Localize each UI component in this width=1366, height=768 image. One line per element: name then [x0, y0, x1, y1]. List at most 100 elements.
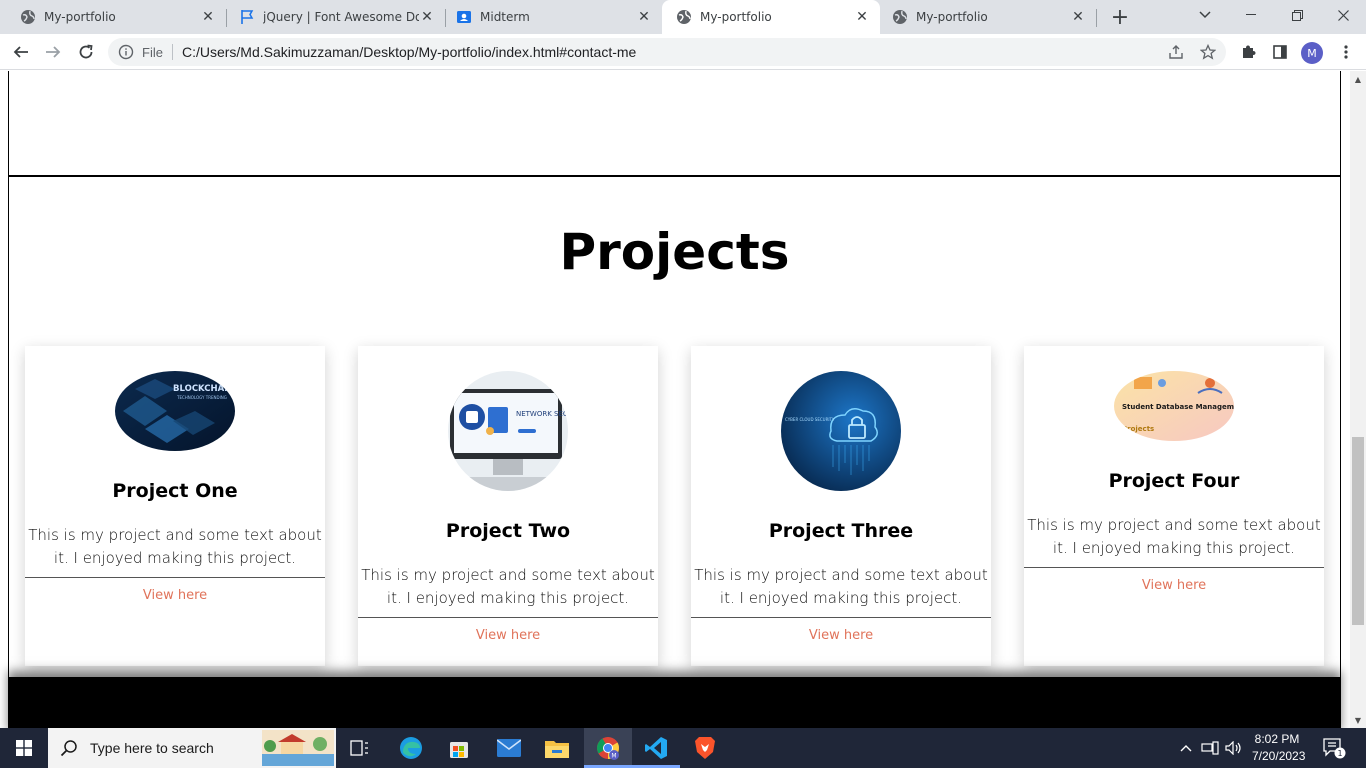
view-here-link[interactable]: View here	[25, 588, 325, 603]
project-three-image: CYBER CLOUD SECURITY	[781, 371, 901, 491]
globe-icon	[677, 10, 691, 24]
search-placeholder: Type here to search	[90, 740, 214, 756]
address-bar[interactable]: File C:/Users/Md.Sakimuzzaman/Desktop/My…	[108, 38, 1226, 66]
network-button[interactable]	[1198, 732, 1222, 764]
url-text[interactable]: C:/Users/Md.Sakimuzzaman/Desktop/My-port…	[182, 44, 636, 60]
star-icon[interactable]	[1200, 44, 1216, 60]
mail-taskbar-button[interactable]	[493, 732, 525, 764]
new-tab-button[interactable]: +	[1108, 5, 1132, 30]
project-title: Project Three	[768, 520, 914, 542]
brave-taskbar-button[interactable]	[689, 732, 721, 764]
chrome-icon: M	[597, 737, 619, 760]
share-icon[interactable]	[1168, 44, 1184, 60]
close-icon[interactable]: ✕	[1070, 9, 1086, 25]
info-icon[interactable]	[118, 44, 134, 60]
scheme-label: File	[142, 44, 163, 60]
start-button[interactable]	[0, 728, 48, 768]
close-icon[interactable]: ✕	[854, 9, 870, 25]
windows-taskbar: Type here to search M 8:02 PM 7/20/2023	[0, 728, 1366, 768]
view-here-link[interactable]: View here	[691, 628, 991, 643]
folder-icon	[545, 741, 569, 758]
reload-button[interactable]	[72, 38, 100, 66]
file-explorer-taskbar-button[interactable]	[541, 732, 573, 764]
menu-button[interactable]	[1332, 38, 1360, 66]
show-hidden-icons-button[interactable]	[1174, 732, 1198, 764]
view-here-link[interactable]: View here	[1024, 578, 1324, 593]
tab-strip: My-portfolio ✕ jQuery | Font Awesome Doc…	[0, 0, 1366, 34]
clock-time: 8:02 PM	[1254, 732, 1300, 746]
search-icon	[60, 740, 77, 757]
restore-icon	[1291, 9, 1303, 21]
svg-text:M: M	[611, 753, 616, 760]
project-four-image-text: Student Database Management System	[1122, 403, 1234, 411]
forward-button[interactable]	[39, 38, 67, 66]
page-scrollbar[interactable]: ▲ ▼	[1350, 71, 1366, 728]
vscode-taskbar-button[interactable]	[640, 732, 672, 764]
project-one-image-text: BLOCKCHAIN	[173, 384, 234, 394]
flag-icon	[241, 10, 254, 24]
project-description: This is my project and some text about i…	[1027, 516, 1321, 557]
taskbar-search[interactable]: Type here to search	[48, 728, 336, 768]
chrome-taskbar-button[interactable]: M	[592, 732, 624, 764]
card-divider	[691, 617, 991, 618]
minimize-button[interactable]	[1228, 0, 1274, 30]
store-taskbar-button[interactable]	[443, 732, 475, 764]
project-two-image: NETWORK SECURITY	[448, 371, 568, 491]
action-center-button[interactable]: 1	[1318, 732, 1350, 764]
task-view-button[interactable]	[344, 732, 376, 764]
notification-count: 1	[1337, 749, 1342, 758]
tab-my-portfolio-active[interactable]: My-portfolio ✕	[662, 0, 880, 34]
project-one-image-subtext: TECHNOLOGY TRENDING	[176, 395, 227, 400]
tab-title: jQuery | Font Awesome Docs	[263, 10, 419, 24]
back-button[interactable]	[7, 38, 35, 66]
projects-heading: Projects	[559, 223, 790, 281]
card-divider	[25, 577, 325, 578]
project-card: CYBER CLOUD SECURITY Project Three This …	[691, 346, 991, 666]
extensions-button[interactable]	[1234, 38, 1262, 66]
tab-my-portfolio-1[interactable]: My-portfolio ✕	[0, 0, 226, 34]
clock-date: 7/20/2023	[1252, 749, 1306, 763]
tab-separator	[1096, 9, 1097, 27]
close-icon	[1337, 9, 1349, 21]
project-card: BLOCKCHAIN TECHNOLOGY TRENDING Project O…	[25, 346, 325, 666]
footer-section	[8, 677, 1341, 728]
tab-title: Midterm	[480, 10, 530, 24]
minimize-icon	[1246, 14, 1256, 15]
tab-jquery-font-awesome[interactable]: jQuery | Font Awesome Docs ✕	[219, 0, 445, 34]
view-here-link[interactable]: View here	[358, 628, 658, 643]
project-description: This is my project and some text about i…	[28, 526, 322, 567]
task-view-icon	[350, 740, 368, 756]
tab-search-button[interactable]	[1182, 0, 1228, 30]
project-title: Project One	[112, 480, 238, 502]
tab-midterm[interactable]: Midterm ✕	[436, 0, 662, 34]
volume-button[interactable]	[1222, 732, 1246, 764]
project-card: NETWORK SECURITY Project Two This is my …	[358, 346, 658, 666]
tab-title: My-portfolio	[700, 10, 772, 24]
globe-icon	[21, 10, 35, 24]
scroll-down-arrow[interactable]: ▼	[1350, 712, 1366, 728]
tab-my-portfolio-3[interactable]: My-portfolio ✕	[880, 0, 1096, 34]
vscode-icon	[645, 737, 667, 759]
profile-avatar[interactable]: M	[1301, 42, 1323, 64]
browser-toolbar: File C:/Users/Md.Sakimuzzaman/Desktop/My…	[0, 34, 1366, 70]
taskbar-clock[interactable]: 8:02 PM 7/20/2023	[1252, 731, 1306, 765]
edge-icon	[400, 737, 422, 759]
close-icon[interactable]: ✕	[636, 9, 652, 25]
edge-taskbar-button[interactable]	[395, 732, 427, 764]
close-icon[interactable]: ✕	[200, 9, 216, 25]
page-viewport: Projects BLOCKCHAIN TECHNOLOGY TRENDING …	[0, 71, 1350, 728]
side-panel-button[interactable]	[1266, 38, 1294, 66]
project-title: Project Four	[1108, 470, 1240, 492]
scrollbar-thumb[interactable]	[1352, 437, 1364, 625]
scroll-up-arrow[interactable]: ▲	[1350, 71, 1366, 87]
project-title: Project Two	[445, 520, 571, 542]
store-icon	[450, 742, 468, 758]
close-icon[interactable]: ✕	[419, 9, 435, 25]
project-description: This is my project and some text about i…	[361, 566, 655, 607]
arrow-left-icon	[13, 46, 28, 58]
restore-button[interactable]	[1274, 0, 1320, 30]
project-four-image-subtext: Projects	[1122, 425, 1154, 433]
card-divider	[358, 617, 658, 618]
classroom-icon	[457, 11, 471, 23]
close-window-button[interactable]	[1320, 0, 1366, 30]
